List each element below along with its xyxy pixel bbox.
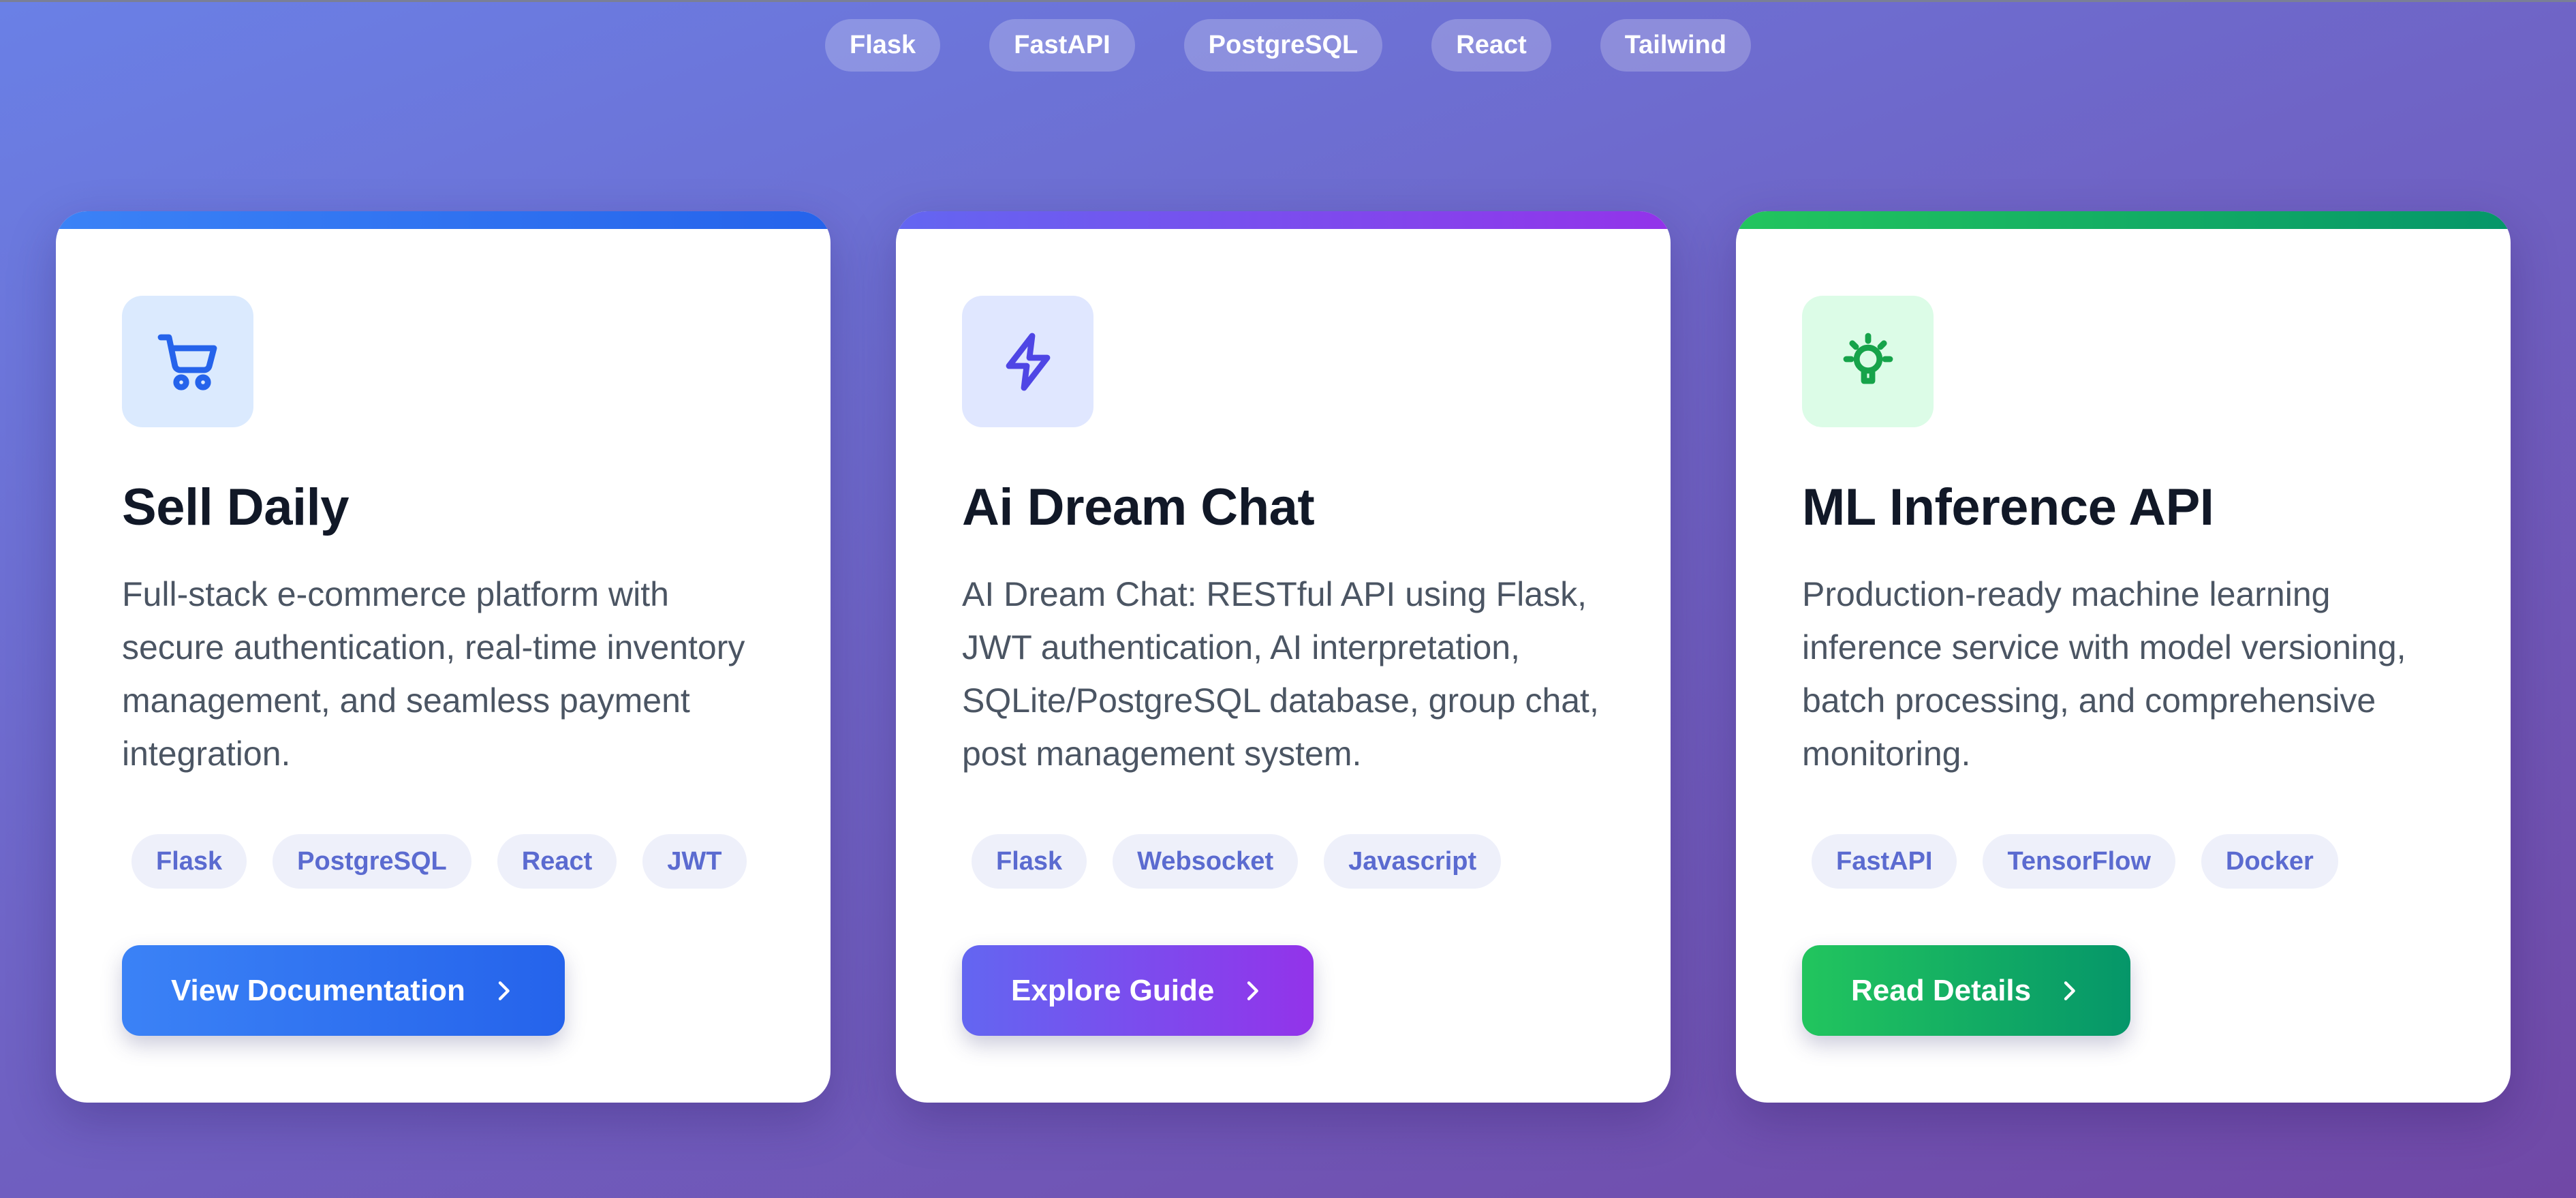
button-label: Explore Guide: [1011, 973, 1215, 1007]
tech-tag: Docker: [2201, 834, 2338, 889]
project-card-ai-dream-chat: Ai Dream Chat AI Dream Chat: RESTful API…: [896, 211, 1671, 1103]
tech-tag: JWT: [642, 834, 747, 889]
card-accent-bar: [56, 211, 831, 229]
read-details-button[interactable]: Read Details: [1802, 945, 2131, 1036]
button-label: Read Details: [1851, 973, 2032, 1007]
shopping-cart-icon: [157, 334, 217, 390]
tech-tag: PostgreSQL: [273, 834, 471, 889]
chevron-right-icon: [1247, 981, 1259, 1000]
card-icon-box: [962, 296, 1093, 427]
card-title: ML Inference API: [1802, 478, 2214, 536]
card-description: AI Dream Chat: RESTful API using Flask, …: [962, 574, 1599, 773]
tech-pill[interactable]: React: [1431, 19, 1551, 72]
tech-stack-strip: Flask FastAPI PostgreSQL React Tailwind: [0, 19, 2576, 72]
chevron-right-icon: [2064, 981, 2075, 1000]
tech-tag: Flask: [131, 834, 247, 889]
tech-pill[interactable]: Tailwind: [1600, 19, 1751, 72]
chevron-right-icon: [498, 981, 510, 1000]
tech-tag: Javascript: [1324, 834, 1502, 889]
tech-pill[interactable]: Flask: [825, 19, 941, 72]
project-card-ml-inference-api: ML Inference API Production-ready machin…: [1736, 211, 2511, 1103]
tech-pill[interactable]: PostgreSQL: [1183, 19, 1383, 72]
card-tags-sell-daily: Flask PostgreSQL React JWT: [131, 834, 747, 889]
card-accent-bar: [1736, 211, 2511, 229]
tech-tag: TensorFlow: [1983, 834, 2175, 889]
view-documentation-button[interactable]: View Documentation: [122, 945, 565, 1036]
card-tags-ai-dream-chat: Flask Websocket Javascript: [972, 834, 1502, 889]
card-icon-box: [122, 296, 253, 427]
tech-tag: Flask: [972, 834, 1087, 889]
tech-tag: React: [497, 834, 617, 889]
card-icon-box: [1802, 296, 1934, 427]
explore-guide-button[interactable]: Explore Guide: [962, 945, 1314, 1036]
project-cards: Sell Daily Full-stack e-commerce platfor…: [56, 211, 2511, 1103]
card-title: Ai Dream Chat: [962, 478, 1315, 536]
card-accent-bar: [896, 211, 1671, 229]
card-tags-ml-inference-api: FastAPI TensorFlow Docker: [1812, 834, 2338, 889]
lightbulb-icon: [1843, 333, 1893, 384]
top-border: [0, 0, 2576, 2]
tech-pill[interactable]: FastAPI: [989, 19, 1135, 72]
card-description: Production-ready machine learning infere…: [1802, 574, 2406, 773]
project-card-sell-daily: Sell Daily Full-stack e-commerce platfor…: [56, 211, 831, 1103]
card-description: Full-stack e-commerce platform with secu…: [122, 574, 745, 773]
tech-tag: Websocket: [1113, 834, 1299, 889]
card-title: Sell Daily: [122, 478, 349, 536]
button-label: View Documentation: [171, 973, 465, 1007]
lightning-bolt-icon: [1006, 333, 1050, 390]
tech-tag: FastAPI: [1812, 834, 1957, 889]
